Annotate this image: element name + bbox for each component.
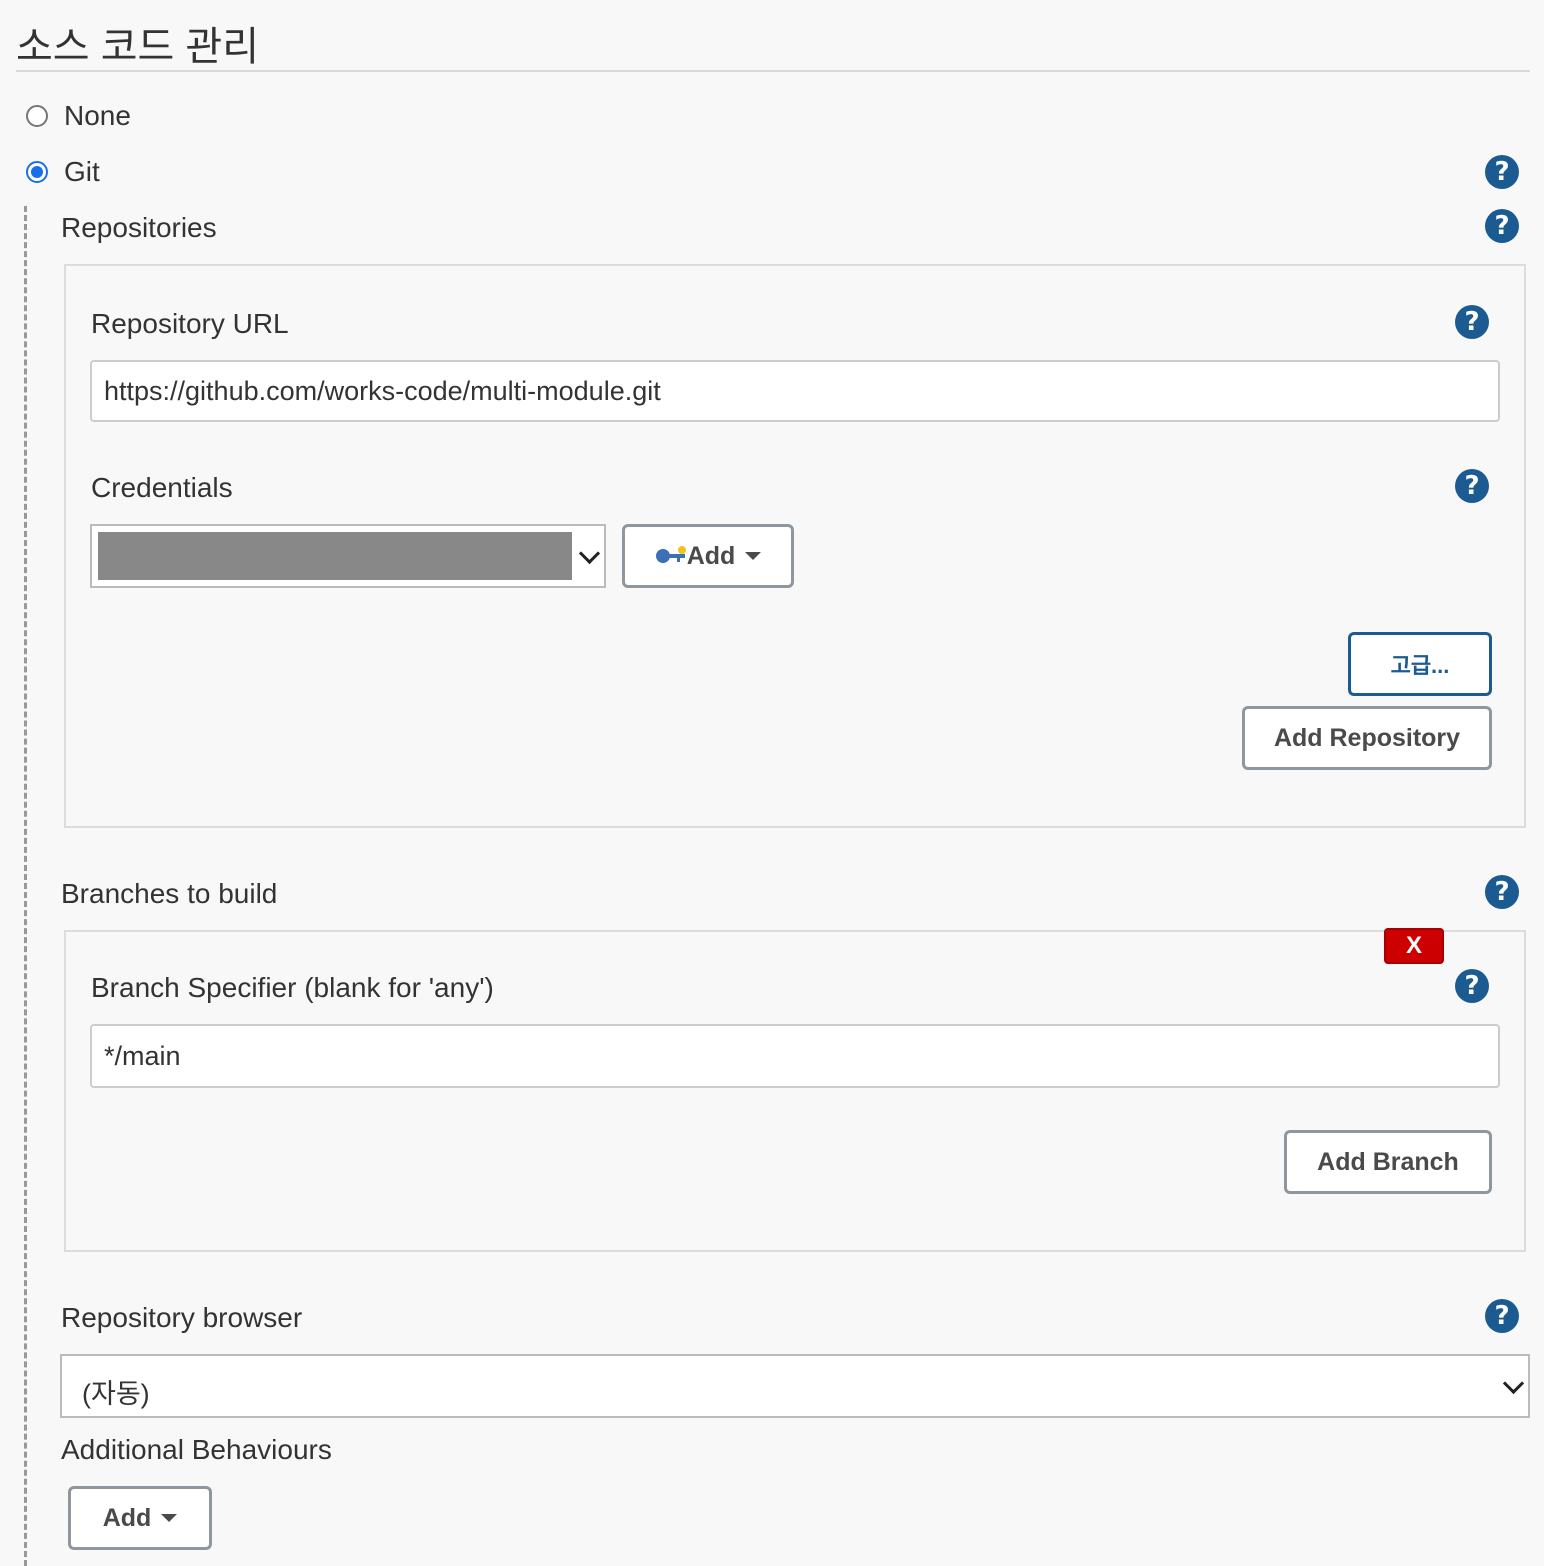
advanced-button[interactable]: 고급...	[1348, 632, 1492, 696]
credentials-select[interactable]	[90, 524, 606, 588]
help-icon[interactable]: ?	[1485, 209, 1519, 243]
git-section-guide	[24, 206, 27, 1566]
title-divider	[16, 70, 1530, 72]
redacted-credential	[98, 532, 572, 580]
add-branch-button[interactable]: Add Branch	[1284, 1130, 1492, 1194]
page-title: 소스 코드 관리	[16, 25, 260, 69]
credentials-label: Credentials	[91, 472, 233, 503]
caret-down-icon	[161, 1514, 178, 1522]
credentials-add-button[interactable]: Add	[622, 524, 794, 588]
branches-label: Branches to build	[61, 878, 278, 909]
repository-browser-label: Repository browser	[61, 1302, 303, 1333]
help-icon[interactable]: ?	[1485, 1299, 1519, 1333]
add-behaviour-button[interactable]: Add	[68, 1486, 212, 1550]
caret-down-icon	[745, 552, 762, 560]
help-icon[interactable]: ?	[1485, 155, 1519, 189]
radio-git[interactable]	[26, 161, 48, 183]
repository-url-label: Repository URL	[91, 308, 289, 339]
add-repository-button[interactable]: Add Repository	[1242, 706, 1492, 770]
help-icon[interactable]: ?	[1455, 305, 1489, 339]
scm-option-git[interactable]: Git	[26, 156, 100, 188]
scm-option-git-label: Git	[64, 156, 100, 187]
branch-specifier-label: Branch Specifier (blank for 'any')	[91, 972, 494, 1003]
key-icon	[655, 546, 686, 563]
repository-browser-select[interactable]: (자동)	[60, 1354, 1530, 1418]
scm-option-none-label: None	[64, 100, 131, 131]
help-icon[interactable]: ?	[1455, 969, 1489, 1003]
delete-branch-button[interactable]: X	[1384, 928, 1444, 964]
help-icon[interactable]: ?	[1485, 875, 1519, 909]
add-behaviour-label: Add	[102, 1503, 152, 1532]
repositories-label: Repositories	[61, 212, 217, 243]
branch-specifier-input[interactable]: */main	[90, 1024, 1500, 1088]
additional-behaviours-label: Additional Behaviours	[61, 1434, 332, 1465]
chevron-down-icon	[1502, 1372, 1525, 1395]
repository-browser-value: (자동)	[82, 1379, 150, 1409]
repository-url-input[interactable]: https://github.com/works-code/multi-modu…	[90, 360, 1500, 422]
help-icon[interactable]: ?	[1455, 469, 1489, 503]
chevron-down-icon	[578, 542, 601, 565]
scm-option-none[interactable]: None	[26, 100, 131, 132]
radio-none[interactable]	[26, 105, 48, 127]
credentials-add-label: Add	[686, 541, 736, 570]
